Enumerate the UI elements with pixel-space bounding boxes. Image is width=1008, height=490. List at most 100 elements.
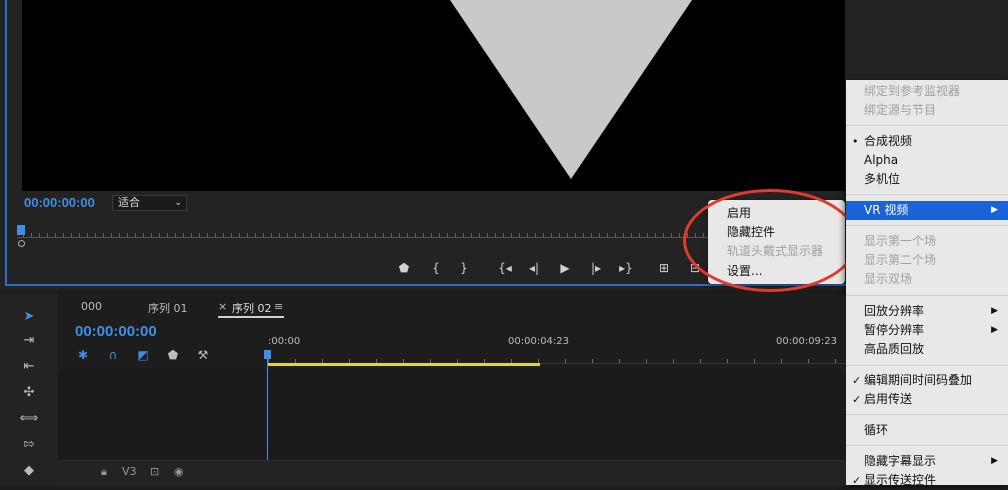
ruler-tick [367, 233, 368, 237]
snap-icon[interactable]: ∩ [104, 347, 122, 363]
menu-item-playback-resolution[interactable]: 回放分辨率 ▶ [846, 302, 1008, 321]
ruler-tick [295, 233, 296, 237]
timeline-ruler[interactable] [268, 350, 846, 364]
timeline-timecode[interactable]: 00:00:00:00 [75, 323, 157, 340]
ruler-tick [327, 233, 328, 237]
playhead-timecode[interactable]: 00:00:00:00 [24, 195, 95, 210]
ruler-tick [343, 233, 344, 237]
pen-tool-icon[interactable]: ⇰ [18, 436, 40, 454]
play-icon[interactable]: ▶ [554, 260, 576, 276]
menu-item-high-quality-playback[interactable]: 高品质回放 [846, 340, 1008, 359]
monitor-playhead[interactable] [17, 225, 25, 235]
ruler-tick [639, 233, 640, 237]
tab-sequence-02[interactable]: 序列 02 [232, 300, 272, 316]
ruler-tick [700, 359, 701, 363]
ruler-tick [311, 233, 312, 237]
track-area[interactable] [58, 370, 846, 460]
lock-icon[interactable]: 🔒︎ [101, 465, 107, 479]
ruler-tick [447, 233, 448, 237]
menu-item-multicam[interactable]: 多机位 [846, 170, 1008, 189]
close-tab-icon[interactable]: × [218, 300, 227, 313]
menu-item-vr-video[interactable]: VR 视频 ▶ [846, 201, 1008, 220]
ruler-tick [463, 233, 464, 237]
menu-item-show-first-field: 显示第一个场 [864, 234, 937, 248]
go-to-out-icon[interactable]: ▸} [615, 260, 637, 276]
mark-in-icon[interactable]: { [425, 260, 447, 276]
tab-sequence-01[interactable]: 序列 01 [148, 300, 188, 316]
ruler-tick [319, 233, 320, 237]
timeline-playhead[interactable] [264, 350, 271, 359]
ruler-tick [487, 233, 488, 237]
menu-item-loop[interactable]: 循环 [846, 421, 1008, 440]
menu-item-paused-resolution[interactable]: 暂停分辨率 ▶ [846, 321, 1008, 340]
track-select-tool-icon[interactable]: ⇥ [18, 332, 40, 350]
ruler-tick [95, 233, 96, 237]
chevron-down-icon: ⌄ [174, 198, 182, 208]
track-label-v3[interactable]: V3 [122, 465, 137, 478]
ruler-tick [835, 359, 836, 363]
menu-item-timecode-overlay[interactable]: ✓ 编辑期间时间码叠加 [846, 371, 1008, 390]
menu-item-composite-video[interactable]: • 合成视频 [846, 132, 1008, 151]
ruler-tick [215, 233, 216, 237]
tab-000[interactable]: 000 [81, 300, 102, 313]
zoom-handle-left[interactable] [18, 240, 25, 247]
hand-tool-icon[interactable]: ◆ [18, 462, 40, 480]
ruler-tick [151, 233, 152, 237]
ruler-tick [199, 233, 200, 237]
panel-menu-icon[interactable]: ≡ [274, 300, 283, 313]
ruler-tick [39, 233, 40, 237]
ruler-tick [646, 359, 647, 363]
go-to-in-icon[interactable]: {◂ [494, 260, 516, 276]
linked-selection-icon[interactable]: ◩ [134, 347, 152, 363]
ruler-time-label: :00:00 [268, 336, 301, 347]
ripple-edit-tool-icon[interactable]: ⇤ [18, 358, 40, 376]
nest-icon[interactable]: ✱ [74, 347, 92, 363]
wrench-icon[interactable]: ⚒ [194, 347, 212, 363]
menu-item-alpha[interactable]: Alpha [846, 151, 1008, 170]
tools-panel: ➤ ⇥ ⇤ ✣ ⟺ ⇰ ◆ [0, 294, 58, 485]
ruler-tick [615, 233, 616, 237]
ruler-tick [647, 233, 648, 237]
mark-out-icon[interactable]: } [453, 260, 475, 276]
checkmark-icon: ✓ [852, 374, 862, 387]
zoom-level-select[interactable]: 适合 ⌄ [112, 195, 187, 211]
razor-tool-icon[interactable]: ✣ [18, 384, 40, 402]
add-marker-icon[interactable]: ⬟ [164, 347, 182, 363]
ruler-tick [263, 233, 264, 237]
checkmark-icon: ✓ [852, 393, 862, 406]
ruler-tick [471, 233, 472, 237]
step-forward-icon[interactable]: |▸ [585, 260, 607, 276]
ruler-tick [359, 233, 360, 237]
menu-separator [846, 414, 1008, 415]
ruler-tick [455, 233, 456, 237]
menu-item-show-transport[interactable]: ✓ 显示传送控件 [846, 471, 1008, 490]
lift-icon[interactable]: ⊞ [653, 260, 675, 276]
ruler-tick [527, 233, 528, 237]
ruler-tick [279, 233, 280, 237]
ruler-tick [399, 233, 400, 237]
step-back-icon[interactable]: ◂| [523, 260, 545, 276]
ruler-tick [47, 233, 48, 237]
eye-icon[interactable]: ◉ [174, 465, 184, 478]
ruler-tick [754, 359, 755, 363]
ruler-tick [673, 359, 674, 363]
submenu-arrow-icon: ▶ [991, 325, 998, 335]
ruler-tick [127, 233, 128, 237]
ruler-tick [535, 233, 536, 237]
menu-item-show-both-fields: 显示双场 [864, 272, 913, 286]
work-area-bar[interactable] [268, 363, 540, 366]
ruler-tick [623, 233, 624, 237]
slip-tool-icon[interactable]: ⟺ [18, 410, 40, 428]
submenu-arrow-icon: ▶ [991, 456, 998, 466]
sync-lock-icon[interactable]: ⊡ [150, 465, 159, 478]
ruler-tick [565, 359, 566, 363]
ruler-tick [575, 233, 576, 237]
add-marker-icon[interactable]: ⬟ [393, 260, 415, 276]
menu-item-closed-caption[interactable]: 隐藏字幕显示 ▶ [846, 452, 1008, 471]
menu-separator [846, 295, 1008, 296]
menu-separator [846, 445, 1008, 446]
selection-tool-icon[interactable]: ➤ [18, 308, 40, 326]
monitor-settings-menu: 绑定到参考监视器 绑定源与节目 • 合成视频 Alpha 多机位 VR 视频 ▶ 显… [846, 80, 1008, 487]
ruler-tick [439, 233, 440, 237]
menu-item-enable-transmit[interactable]: ✓ 启用传送 [846, 390, 1008, 409]
